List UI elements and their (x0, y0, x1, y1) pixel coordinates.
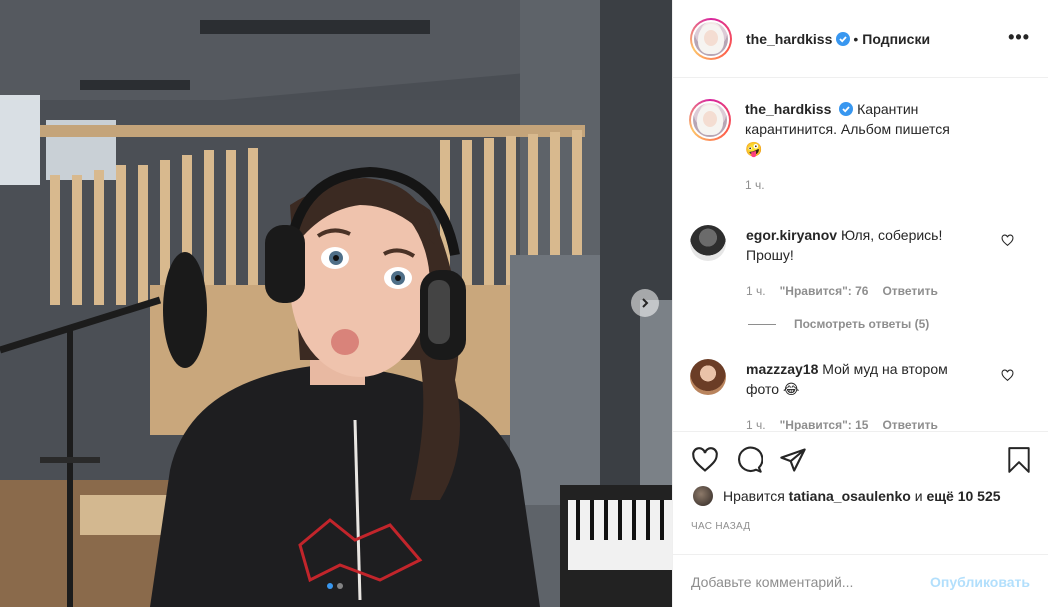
post-header: the_hardkiss • Подписки ••• (673, 0, 1048, 78)
studio-selfie-image (0, 0, 672, 607)
likes-count[interactable]: ещё 10 525 (926, 488, 1000, 504)
reply-button[interactable]: Ответить (882, 415, 937, 431)
view-replies-button[interactable]: Посмотреть ответы (5) (748, 317, 929, 331)
caption-username[interactable]: the_hardkiss (745, 101, 831, 117)
comment-username[interactable]: egor.kiryanov (746, 227, 837, 243)
share-paper-plane-icon[interactable] (779, 446, 807, 474)
laughing-emoji: 😂 (782, 381, 800, 397)
post-timestamp[interactable]: ЧАС НАЗАД (691, 521, 750, 532)
reply-button[interactable]: Ответить (882, 281, 937, 301)
bookmark-icon[interactable] (1006, 446, 1032, 474)
header-separator: • (853, 30, 859, 47)
like-comment-heart-icon[interactable] (1001, 369, 1014, 382)
comment-input[interactable] (691, 573, 931, 590)
view-replies-label: Посмотреть ответы (5) (794, 317, 930, 331)
author-username[interactable]: the_hardkiss (746, 31, 832, 47)
likes-and: и (914, 488, 923, 504)
comment-item: mazzzay18 Мой муд на втором фото 😂 1 ч. … (690, 359, 976, 431)
liker-username[interactable]: tatiana_osaulenko (789, 488, 911, 504)
caption-author-avatar[interactable] (689, 99, 731, 141)
publish-button[interactable]: Опубликовать (930, 574, 1030, 590)
caption-time[interactable]: 1 ч. (745, 175, 765, 195)
comment-time[interactable]: 1 ч. (746, 415, 766, 431)
comment-time[interactable]: 1 ч. (746, 281, 766, 301)
like-heart-icon[interactable] (691, 446, 719, 474)
carousel-next-button[interactable] (631, 289, 659, 317)
add-comment-bar: Опубликовать (673, 554, 1048, 607)
following-button[interactable]: Подписки (862, 31, 930, 47)
more-options-icon[interactable]: ••• (1008, 28, 1030, 46)
caption-item: the_hardkiss Карантин карантинится. Альб… (689, 99, 965, 195)
carousel-indicator (327, 583, 343, 589)
commenter-avatar[interactable] (690, 225, 726, 261)
carousel-dot-1 (327, 583, 333, 589)
like-comment-heart-icon[interactable] (1001, 234, 1014, 247)
post-actions: Нравится tatiana_osaulenko и ещё 10 525 … (673, 431, 1048, 607)
post-photo[interactable] (0, 0, 672, 607)
comment-likes[interactable]: "Нравится": 76 (780, 281, 869, 301)
chevron-right-icon (642, 298, 649, 308)
likes-summary: Нравится tatiana_osaulenko и ещё 10 525 (693, 486, 1001, 506)
carousel-dot-2 (337, 583, 343, 589)
comment-item: egor.kiryanov Юля, соберись! Прошу! 1 ч.… (690, 225, 986, 301)
verified-badge-icon (839, 102, 854, 116)
crazy-face-emoji: 🤪 (745, 141, 763, 157)
comment-likes[interactable]: "Нравится": 15 (780, 415, 869, 431)
likes-prefix: Нравится (723, 488, 785, 504)
comment-bubble-icon[interactable] (735, 446, 763, 474)
comments-list[interactable]: the_hardkiss Карантин карантинится. Альб… (673, 79, 1048, 431)
replies-divider (748, 323, 776, 325)
author-avatar[interactable] (690, 17, 732, 60)
post-side-panel: the_hardkiss • Подписки ••• the_hardkiss (672, 0, 1048, 607)
commenter-avatar[interactable] (690, 359, 726, 395)
verified-badge-icon (836, 31, 851, 46)
liker-avatar[interactable] (693, 486, 713, 506)
comment-username[interactable]: mazzzay18 (746, 361, 818, 377)
